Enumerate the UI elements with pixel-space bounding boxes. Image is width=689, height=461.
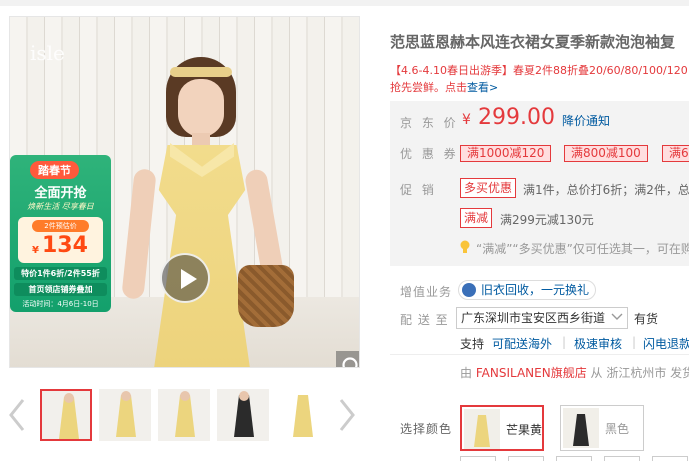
service-overseas-link[interactable]: 可配送海外 (492, 335, 552, 352)
ship-to-label: 配 送 至 (400, 313, 449, 327)
brand-watermark: isle (30, 41, 65, 65)
coupon-item[interactable]: 满1000减120 (460, 145, 552, 162)
shop-line: 由 FANSILANEN旗舰店 从 浙江杭州市 发货 (460, 364, 689, 381)
price-currency: ¥ (462, 112, 471, 128)
thumbnail-item[interactable] (217, 389, 269, 441)
address-select[interactable]: 广东深圳市宝安区西乡街道 (456, 307, 628, 329)
price-label: 京 东 价 (400, 116, 459, 130)
promo-coupon-line: 首页领店铺券叠加 (14, 283, 107, 296)
shop-prefix: 由 (460, 366, 473, 380)
price-value: 299.00 (478, 105, 555, 130)
promo-tagline: 焕新生活 尽享春日 (27, 202, 94, 211)
promo-price-currency: ¥ (32, 245, 39, 256)
chevron-down-icon[interactable] (610, 310, 624, 324)
top-bar (0, 0, 689, 6)
promo-desc-multi-buy: 满1件，总价打6折；满2件，总 (523, 183, 689, 197)
color-option-name: 黑色 (605, 422, 630, 436)
thumbnail-prev-arrow-icon[interactable] (7, 398, 27, 432)
promo-price-value: 134 (42, 233, 88, 258)
thumbnail-next-arrow-icon[interactable] (337, 398, 357, 432)
color-option-black[interactable]: 黑色 (560, 405, 644, 451)
service-fast-review-link[interactable]: 极速审核 (574, 335, 622, 352)
promo-tag-full-reduction[interactable]: 满减 (460, 208, 493, 228)
promo-desc-full-reduction: 满299元减130元 (500, 213, 594, 227)
recycle-icon (462, 283, 476, 297)
recycle-text: 旧衣回收，一元换礼 (481, 283, 590, 297)
promo-view-link[interactable]: 查看> (467, 81, 498, 94)
promo-title: 踏春节 (30, 161, 79, 179)
divider (390, 354, 689, 355)
promo-tag-multi-buy[interactable]: 多买优惠 (460, 178, 517, 198)
promotion-label: 促 销 (400, 183, 437, 197)
promo-price-card: 2件预估价 ¥ 134 (18, 217, 103, 263)
product-promo-text: 【4.6-4.10春日出游季】春夏2件88折叠20/60/80/100/120 … (390, 62, 688, 96)
coupon-item[interactable]: 满6 (662, 145, 689, 162)
clothes-recycle-button[interactable]: 旧衣回收，一元换礼 (458, 280, 597, 300)
thumbnail-item[interactable] (158, 389, 210, 441)
ship-from: 从 浙江杭州市 发货 (590, 366, 689, 380)
stock-status: 有货 (634, 312, 659, 326)
support-label: 支持 (460, 337, 485, 351)
service-separator: | (632, 335, 637, 349)
thumbnail-item[interactable] (40, 389, 92, 441)
color-label: 选择颜色 (400, 422, 453, 436)
promo-price-label: 2件预估价 (32, 220, 89, 232)
promo-badge: 踏春节 全面开抢 焕新生活 尽享春日 2件预估价 ¥ 134 特价1件6折/2件… (10, 155, 111, 312)
service-separator: | (562, 335, 567, 349)
zoom-icon[interactable] (336, 351, 359, 367)
color-option-name: 芒果黄 (506, 423, 543, 437)
video-play-icon[interactable] (160, 253, 210, 303)
promo-subtitle: 全面开抢 (34, 186, 87, 201)
value-added-label: 增值业务 (400, 285, 453, 299)
color-option-mango-yellow[interactable]: 芒果黄 (460, 405, 544, 451)
promo-discount-line: 特价1件6折/2件55折 (14, 267, 107, 280)
service-fast-refund-link[interactable]: 闪电退款 (643, 335, 689, 352)
thumbnail-item[interactable] (99, 389, 151, 441)
promo-date: 活动时间：4月6日-10日 (22, 300, 99, 308)
promo-line-1: 【4.6-4.10春日出游季】春夏2件88折叠20/60/80/100/120 (390, 64, 688, 77)
promo-line-2: 抢先尝鲜。点击 (390, 81, 467, 94)
coupon-label: 优 惠 券 (400, 147, 459, 161)
shop-name-link[interactable]: FANSILANEN旗舰店 (476, 366, 587, 380)
price-panel: 京 东 价 ¥ 299.00 降价通知 优 惠 券 满1000减120 满800… (390, 101, 689, 266)
coupon-item[interactable]: 满800减100 (564, 145, 648, 162)
wicker-basket (238, 265, 294, 327)
promo-exclusive-tip: “满减”“多买优惠”仅可任选其一，可在购 (476, 242, 689, 256)
lightbulb-icon (460, 240, 470, 253)
thumbnail-item[interactable] (276, 389, 328, 441)
product-title: 范思蓝恩赫本风连衣裙女夏季新款泡泡袖复 (390, 33, 676, 51)
price-drop-notify-link[interactable]: 降价通知 (562, 112, 610, 129)
size-options-partial (460, 456, 689, 461)
